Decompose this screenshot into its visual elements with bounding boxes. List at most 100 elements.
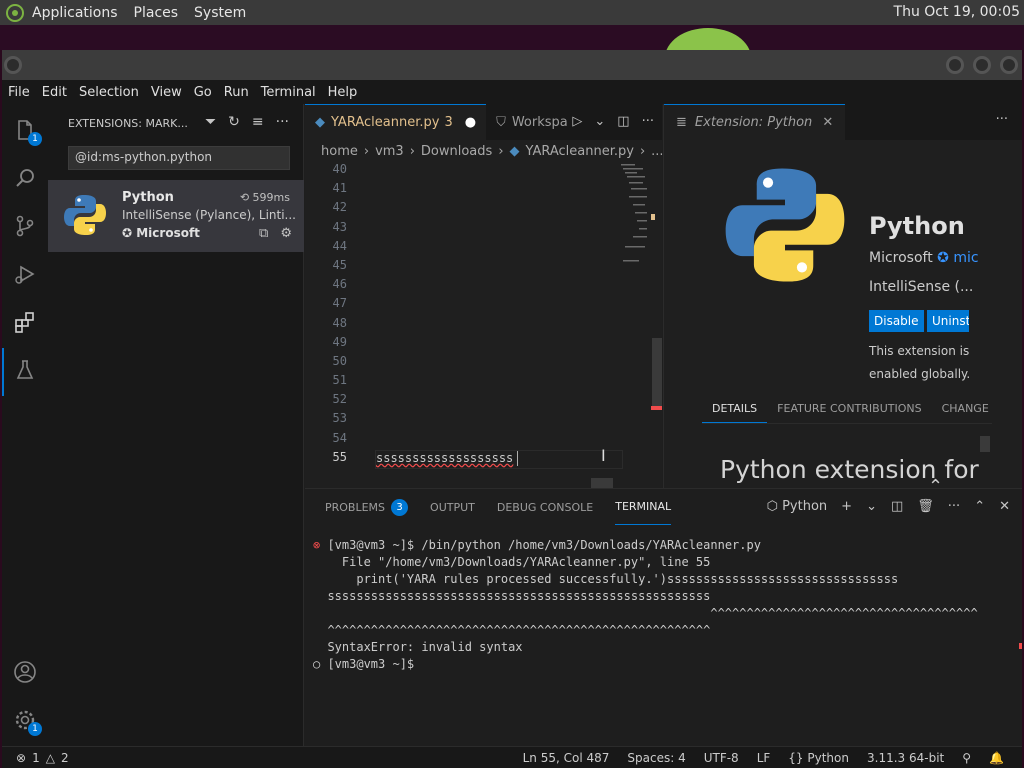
menu-help[interactable]: Help: [328, 85, 358, 100]
close-window-button[interactable]: [1000, 56, 1018, 74]
language-mode[interactable]: {} Python: [788, 751, 849, 765]
line-number[interactable]: 41: [305, 181, 353, 200]
new-terminal-icon[interactable]: +: [841, 499, 852, 514]
testing-flask-icon[interactable]: [11, 356, 39, 384]
run-python-file-icon[interactable]: ▷: [572, 114, 582, 129]
tab-extension-python[interactable]: ≣ Extension: Python ✕: [664, 104, 846, 140]
run-dropdown-icon[interactable]: ⌄: [594, 114, 605, 129]
app-menu-logo-icon[interactable]: [6, 3, 24, 22]
applications-menu[interactable]: Applications: [32, 5, 118, 21]
breadcrumb-more[interactable]: ...: [651, 144, 662, 159]
line-number[interactable]: 45: [305, 258, 353, 277]
tab-details[interactable]: DETAILS: [702, 394, 768, 423]
indentation[interactable]: Spaces: 4: [627, 751, 685, 765]
refresh-icon[interactable]: ↻: [228, 114, 240, 130]
publisher-link[interactable]: mic: [953, 250, 978, 266]
extensions-search-input[interactable]: @id:ms-python.python: [68, 146, 290, 170]
breadcrumb-downloads[interactable]: Downloads: [421, 144, 492, 159]
line-number[interactable]: 43: [305, 220, 353, 239]
line-number[interactable]: 42: [305, 200, 353, 219]
places-menu[interactable]: Places: [134, 5, 179, 21]
line-number[interactable]: 54: [305, 431, 353, 450]
uninstall-button[interactable]: Uninstall: [927, 310, 969, 332]
clock[interactable]: Thu Oct 19, 00:05: [894, 4, 1020, 20]
cursor-position[interactable]: Ln 55, Col 487: [523, 751, 610, 765]
menu-go[interactable]: Go: [194, 85, 212, 100]
more-actions-icon[interactable]: ···: [276, 114, 289, 130]
broadcast-icon[interactable]: ⚲: [962, 751, 971, 765]
tab-feature-contributions[interactable]: FEATURE CONTRIBUTIONS: [767, 394, 931, 423]
line-number[interactable]: 46: [305, 277, 353, 296]
line-ending[interactable]: LF: [757, 751, 771, 765]
clear-list-icon[interactable]: ≡: [252, 114, 264, 130]
tab-workspace[interactable]: ⛉ Workspa: [486, 104, 578, 140]
panel-more-icon[interactable]: ···: [948, 499, 960, 514]
editor-horizontal-scrollbar-thumb[interactable]: [591, 478, 613, 488]
tab-changelog[interactable]: CHANGE: [932, 394, 992, 423]
trash-icon[interactable]: 🗑: [917, 499, 934, 514]
terminal-instance[interactable]: ⬡ Python: [767, 499, 828, 514]
notifications-bell-icon[interactable]: 🔔: [989, 751, 1004, 765]
maximize-panel-icon[interactable]: ⌃: [974, 499, 985, 514]
accounts-icon[interactable]: [11, 658, 39, 686]
menu-file[interactable]: File: [8, 85, 30, 100]
line-number[interactable]: 55: [305, 450, 353, 469]
terminal-output[interactable]: ⊗ [vm3@vm3 ~]$ /bin/python /home/vm3/Dow…: [313, 537, 1013, 673]
filter-icon[interactable]: ⏷: [205, 114, 216, 130]
close-panel-icon[interactable]: ✕: [999, 499, 1010, 514]
breadcrumb-vm3[interactable]: vm3: [375, 144, 404, 159]
line-number[interactable]: 40: [305, 162, 353, 181]
window-titlebar[interactable]: [2, 50, 1022, 80]
source-control-icon[interactable]: [11, 212, 39, 240]
line-number[interactable]: 50: [305, 354, 353, 373]
publisher-name[interactable]: Microsoft: [869, 250, 933, 266]
encoding[interactable]: UTF-8: [704, 751, 739, 765]
close-tab-icon[interactable]: ✕: [822, 115, 833, 130]
details-scrollbar-thumb[interactable]: [980, 436, 990, 452]
tab-terminal[interactable]: TERMINAL: [615, 489, 672, 525]
terminal-dropdown-icon[interactable]: ⌄: [866, 499, 877, 514]
search-icon[interactable]: [11, 164, 39, 192]
window-menu-button[interactable]: [4, 56, 22, 74]
unsaved-dot-icon[interactable]: ●: [465, 115, 476, 130]
run-debug-icon[interactable]: [11, 260, 39, 288]
line-number[interactable]: 49: [305, 335, 353, 354]
line-number[interactable]: 48: [305, 316, 353, 335]
tab-output[interactable]: OUTPUT: [430, 489, 475, 525]
disable-button[interactable]: Disable: [869, 310, 924, 332]
manage-gear-icon[interactable]: ⚙: [280, 226, 292, 241]
maximize-button[interactable]: [973, 56, 991, 74]
line-number[interactable]: 53: [305, 411, 353, 430]
line-number[interactable]: 52: [305, 392, 353, 411]
menu-edit[interactable]: Edit: [42, 85, 67, 100]
scroll-to-top-icon[interactable]: ⌃: [928, 476, 943, 488]
editor-vertical-scrollbar[interactable]: [651, 162, 662, 488]
tab-yaracleanner[interactable]: ◆ YARAcleanner.py 3 ●: [305, 104, 487, 140]
split-editor-icon[interactable]: ◫: [617, 114, 629, 129]
menu-terminal[interactable]: Terminal: [261, 85, 316, 100]
tab-debug-console[interactable]: DEBUG CONSOLE: [497, 489, 593, 525]
python-interpreter[interactable]: 3.11.3 64-bit: [867, 751, 944, 765]
menu-run[interactable]: Run: [224, 85, 249, 100]
split-terminal-icon[interactable]: ◫: [891, 499, 903, 514]
scrollbar-thumb[interactable]: [652, 338, 662, 408]
extension-list-item-python[interactable]: Python ⟲ 599ms IntelliSense (Pylance), L…: [48, 180, 304, 252]
system-menu[interactable]: System: [194, 5, 246, 21]
menu-view[interactable]: View: [151, 85, 182, 100]
extensions-icon[interactable]: [11, 308, 39, 336]
minimize-button[interactable]: [946, 56, 964, 74]
line-number[interactable]: 47: [305, 296, 353, 315]
breadcrumb-home[interactable]: home: [321, 144, 358, 159]
problems-status[interactable]: ⊗ 1 △ 2: [16, 751, 69, 765]
remote-install-icon[interactable]: ⧉: [259, 226, 268, 241]
ext-editor-more-icon[interactable]: ···: [996, 112, 1008, 127]
menu-selection[interactable]: Selection: [79, 85, 139, 100]
code-line-55[interactable]: sssssssssssssssssss: [375, 450, 623, 469]
tab-extension-label: Extension: Python: [694, 115, 813, 130]
minimap[interactable]: [619, 162, 649, 272]
breadcrumb-file[interactable]: YARAcleanner.py: [526, 144, 634, 159]
tab-problems[interactable]: PROBLEMS 3: [325, 489, 409, 525]
line-number[interactable]: 51: [305, 373, 353, 392]
line-number[interactable]: 44: [305, 239, 353, 258]
editor-more-icon[interactable]: ···: [642, 114, 654, 129]
